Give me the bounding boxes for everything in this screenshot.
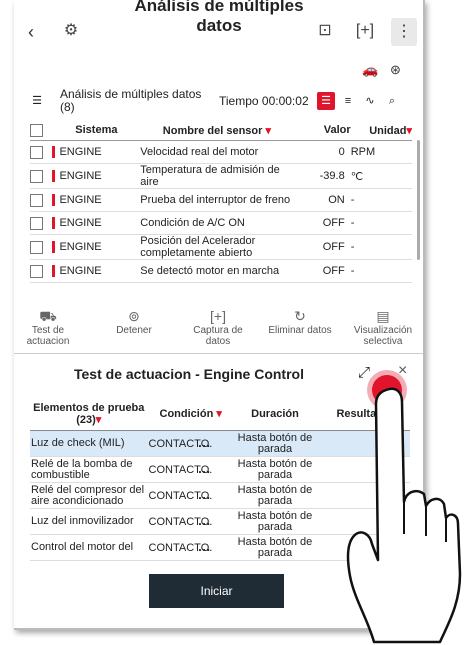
table-row[interactable]: ENGINE Se detectó motor en marcha OFF - [30, 259, 412, 283]
condition: CONTACTO. [148, 438, 213, 450]
duration: Hasta botón de parada [233, 482, 317, 509]
condition: CONTACTO. [148, 516, 213, 528]
sensor-unit: - [350, 234, 412, 260]
test-item: Relé de la bomba de combustible [30, 456, 148, 483]
row-checkbox[interactable] [30, 145, 43, 159]
more-menu-icon[interactable]: ⋮ [391, 18, 417, 46]
table-row[interactable]: ENGINE Condición de A/C ON OFF - [30, 211, 412, 235]
condition: CONTACTO. [148, 542, 213, 554]
more-options-icon[interactable]: … [198, 539, 211, 554]
more-options-icon[interactable]: … [198, 461, 211, 476]
more-options-icon[interactable]: … [198, 513, 211, 528]
timer: Tiempo 00:00:02 [219, 94, 309, 108]
sensor-unit: RPM [350, 140, 412, 164]
row-checkbox[interactable] [30, 193, 43, 207]
duration: Hasta botón de parada [233, 456, 317, 483]
start-button[interactable]: Iniciar [149, 574, 284, 608]
system-cell: ENGINE [52, 194, 102, 206]
graph-view-icon[interactable]: ∿ [361, 92, 379, 110]
sensor-value: OFF [293, 234, 351, 260]
sensor-table: Sistema Nombre del sensor ▾ Valor Unidad… [30, 120, 412, 283]
capture-data-button[interactable]: [+] Captura de datos [182, 307, 254, 347]
row-checkbox[interactable] [30, 216, 43, 230]
sensor-value: ON [293, 188, 351, 212]
selective-view-icon: ▤ [376, 308, 390, 324]
system-cell: ENGINE [52, 265, 102, 277]
sensor-name: Prueba del interruptor de freno [140, 188, 294, 212]
text-view-icon[interactable]: ≡ [339, 92, 357, 110]
test-item: Luz de check (MIL) [30, 430, 148, 457]
col-system[interactable]: Sistema [52, 120, 141, 141]
action-toolbar: ⛟ Test de actuacion ⊚ Detener [+] Captura d… [14, 305, 423, 354]
row-checkbox[interactable] [30, 169, 43, 183]
delete-data-button[interactable]: ↻ Eliminar datos [260, 307, 340, 336]
duration: Hasta botón de parada [233, 508, 317, 535]
pulse-icon[interactable]: ⊛ [390, 62, 401, 78]
more-options-icon[interactable]: … [198, 435, 211, 450]
sensor-value: -39.8 [293, 163, 351, 189]
refresh-icon: ↻ [294, 308, 306, 324]
system-cell: ENGINE [52, 146, 102, 158]
select-all-checkbox[interactable] [30, 123, 43, 137]
condition: CONTACTO. [148, 464, 213, 476]
test-actuacion-button[interactable]: ⛟ Test de actuacion [20, 307, 76, 347]
pointing-hand-icon [346, 387, 462, 644]
duration: Hasta botón de parada [233, 534, 317, 561]
panel-title: Test de actuacion - Engine Control [74, 366, 304, 382]
sensor-name: Velocidad real del motor [140, 140, 294, 164]
close-icon[interactable]: × [398, 362, 407, 380]
sensor-value: OFF [293, 259, 351, 283]
condition: CONTACTO. [148, 490, 213, 502]
capture-icon[interactable]: [+] [354, 20, 376, 42]
row-checkbox[interactable] [30, 264, 43, 278]
table-row[interactable]: ENGINE Posición del Acelerador completame… [30, 234, 412, 260]
resize-icon[interactable]: ⤢ [358, 364, 370, 381]
duration: Hasta botón de parada [233, 430, 317, 457]
col-value[interactable]: Valor [293, 120, 351, 141]
test-item: Luz del inmovilizador [30, 508, 148, 535]
col-condition[interactable]: Condición ▾ [147, 398, 234, 431]
sensor-name: Se detectó motor en marcha [140, 259, 294, 283]
sensor-unit: - [350, 188, 412, 212]
system-cell: ENGINE [52, 241, 102, 253]
capture-icon: [+] [210, 308, 226, 324]
sensor-unit: - [350, 259, 412, 283]
record-icon[interactable]: ⊡ [314, 20, 336, 42]
col-test-items[interactable]: Elementos de prueba (23)▾ [30, 398, 148, 431]
sensor-value: 0 [293, 140, 351, 164]
test-item: Relé del compresor del aire acondicionad… [30, 482, 148, 509]
vehicle-settings-icon[interactable]: ⚙ [60, 20, 82, 42]
sensor-unit: - [350, 211, 412, 235]
col-unit[interactable]: Unidad▾ [350, 120, 412, 141]
stop-icon: ⊚ [128, 308, 140, 324]
sensor-name: Condición de A/C ON [140, 211, 294, 235]
analysis-label: Análisis de múltiples datos (8) [60, 87, 202, 114]
sensor-scrollbar[interactable] [417, 140, 420, 260]
sensor-name: Posición del Acelerador completamente ab… [140, 234, 294, 260]
row-checkbox[interactable] [30, 240, 43, 254]
page-title: Análisis de múltiples datos [134, 0, 304, 35]
selective-view-button[interactable]: ▤ Visualización selectiva [344, 307, 422, 347]
stop-button[interactable]: ⊚ Detener [106, 307, 162, 336]
top-bar: ‹ ⚙ Análisis de múltiples datos ⊡ [+] ⋮ [14, 0, 423, 56]
more-options-icon[interactable]: … [198, 487, 211, 502]
car-test-icon: ⛟ [39, 308, 57, 324]
col-sensor-name[interactable]: Nombre del sensor ▾ [140, 120, 294, 141]
sensor-name: Temperatura de admisión de aire [140, 163, 294, 189]
sensor-value: OFF [293, 211, 351, 235]
system-cell: ENGINE [52, 217, 102, 229]
test-item: Control del motor del [30, 534, 148, 561]
chevron-left-icon[interactable]: ‹ [28, 22, 34, 43]
search-icon[interactable]: ⌕ [383, 92, 401, 110]
system-cell: ENGINE [52, 170, 102, 182]
list-view-icon[interactable]: ☰ [317, 92, 335, 110]
analysis-subheader: ☰ Análisis de múltiples datos (8) Tiempo… [14, 82, 423, 120]
car-icon[interactable]: 🚗 [362, 62, 378, 78]
table-row[interactable]: ENGINE Prueba del interruptor de freno ON - [30, 188, 412, 212]
col-duration[interactable]: Duración [233, 398, 317, 431]
table-row[interactable]: ENGINE Velocidad real del motor 0 RPM [30, 140, 412, 164]
list-edit-icon[interactable]: ☰ [28, 92, 46, 110]
sensor-unit: ℃ [350, 163, 412, 189]
table-row[interactable]: ENGINE Temperatura de admisión de aire -39… [30, 163, 412, 189]
